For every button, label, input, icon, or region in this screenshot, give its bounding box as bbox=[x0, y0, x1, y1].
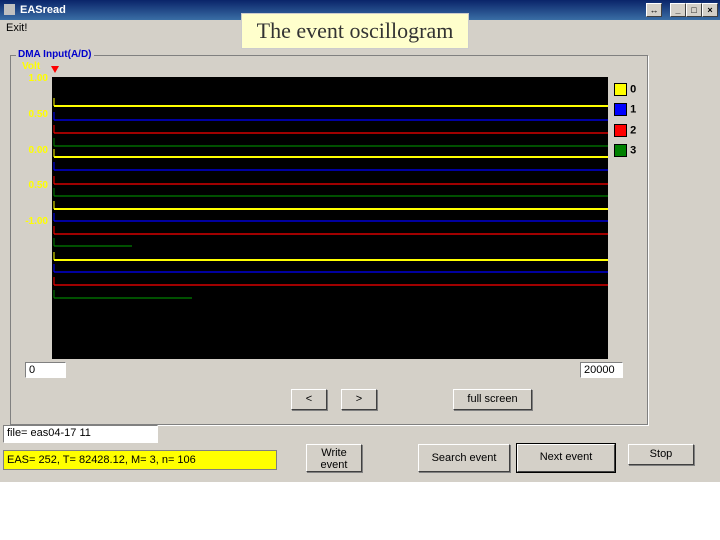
maximize-button[interactable]: □ bbox=[686, 3, 702, 17]
file-field[interactable]: file= eas04-17 11 bbox=[3, 425, 158, 443]
legend-swatch bbox=[614, 124, 627, 137]
y-tick: 0.50 bbox=[28, 109, 48, 120]
y-tick: 0.50 bbox=[28, 180, 48, 191]
range-start-input[interactable]: 0 bbox=[25, 362, 66, 378]
event-status: EAS= 252, T= 82428.12, M= 3, n= 106 bbox=[3, 450, 277, 470]
app-window: EASread ↔ _ □ × Exit! DMA Input(A/D) Vol… bbox=[0, 0, 720, 482]
window-title: EASread bbox=[20, 4, 66, 16]
slide-caption: The event oscillogram bbox=[241, 13, 469, 49]
close-button[interactable]: × bbox=[702, 3, 718, 17]
legend-swatch bbox=[614, 83, 627, 96]
next-event-button[interactable]: Next event bbox=[516, 443, 616, 473]
legend-item: 1 bbox=[614, 103, 636, 116]
group-label: DMA Input(A/D) bbox=[16, 49, 94, 60]
minimize-button[interactable]: _ bbox=[670, 3, 686, 17]
oscillogram-plot[interactable] bbox=[52, 77, 608, 359]
y-tick: -1.00 bbox=[25, 216, 48, 227]
y-tick: 1.00 bbox=[28, 73, 48, 84]
legend-item: 2 bbox=[614, 124, 636, 137]
prev-button[interactable]: < bbox=[291, 389, 327, 410]
legend-swatch bbox=[614, 144, 627, 157]
next-button[interactable]: > bbox=[341, 389, 377, 410]
y-unit-label: Volt bbox=[22, 61, 41, 72]
cursor-marker[interactable] bbox=[51, 66, 59, 73]
stop-button[interactable]: Stop bbox=[628, 444, 694, 465]
resize-icon[interactable]: ↔ bbox=[646, 3, 662, 17]
y-tick: 0.00 bbox=[28, 145, 48, 156]
legend-item: 3 bbox=[614, 144, 636, 157]
legend-item: 0 bbox=[614, 83, 636, 96]
legend-swatch bbox=[614, 103, 627, 116]
app-icon bbox=[4, 4, 15, 15]
full-screen-button[interactable]: full screen bbox=[453, 389, 532, 410]
write-event-button[interactable]: Write event bbox=[306, 444, 362, 472]
menu-exit[interactable]: Exit! bbox=[6, 22, 27, 34]
range-end-input[interactable]: 20000 bbox=[580, 362, 623, 378]
search-event-button[interactable]: Search event bbox=[418, 444, 510, 472]
